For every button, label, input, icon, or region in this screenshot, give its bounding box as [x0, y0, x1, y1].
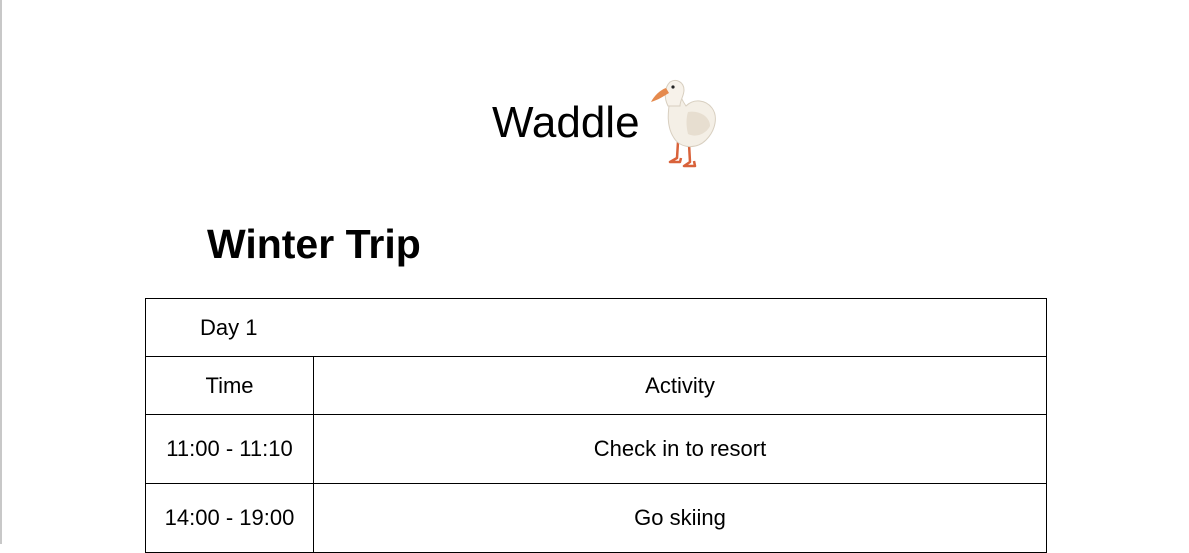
schedule-table: Day 1 Time Activity 11:00 - 11:10 Check …	[145, 298, 1047, 553]
table-row: 14:00 - 19:00 Go skiing	[145, 483, 1047, 553]
time-cell: 14:00 - 19:00	[145, 483, 314, 553]
time-cell: 11:00 - 11:10	[145, 414, 314, 484]
activity-cell: Go skiing	[313, 483, 1047, 553]
document-title: Winter Trip	[207, 221, 421, 267]
activity-column-header: Activity	[313, 356, 1047, 415]
day-row: Day 1	[145, 298, 1047, 357]
table-header-row: Time Activity	[145, 356, 1047, 415]
brand-header: Waddle	[0, 70, 1189, 170]
duck-icon	[651, 79, 716, 168]
table-row: 11:00 - 11:10 Check in to resort	[145, 414, 1047, 484]
activity-cell: Check in to resort	[313, 414, 1047, 484]
brand-name: Waddle	[492, 98, 640, 147]
day-label: Day 1	[145, 298, 1047, 357]
time-column-header: Time	[145, 356, 314, 415]
